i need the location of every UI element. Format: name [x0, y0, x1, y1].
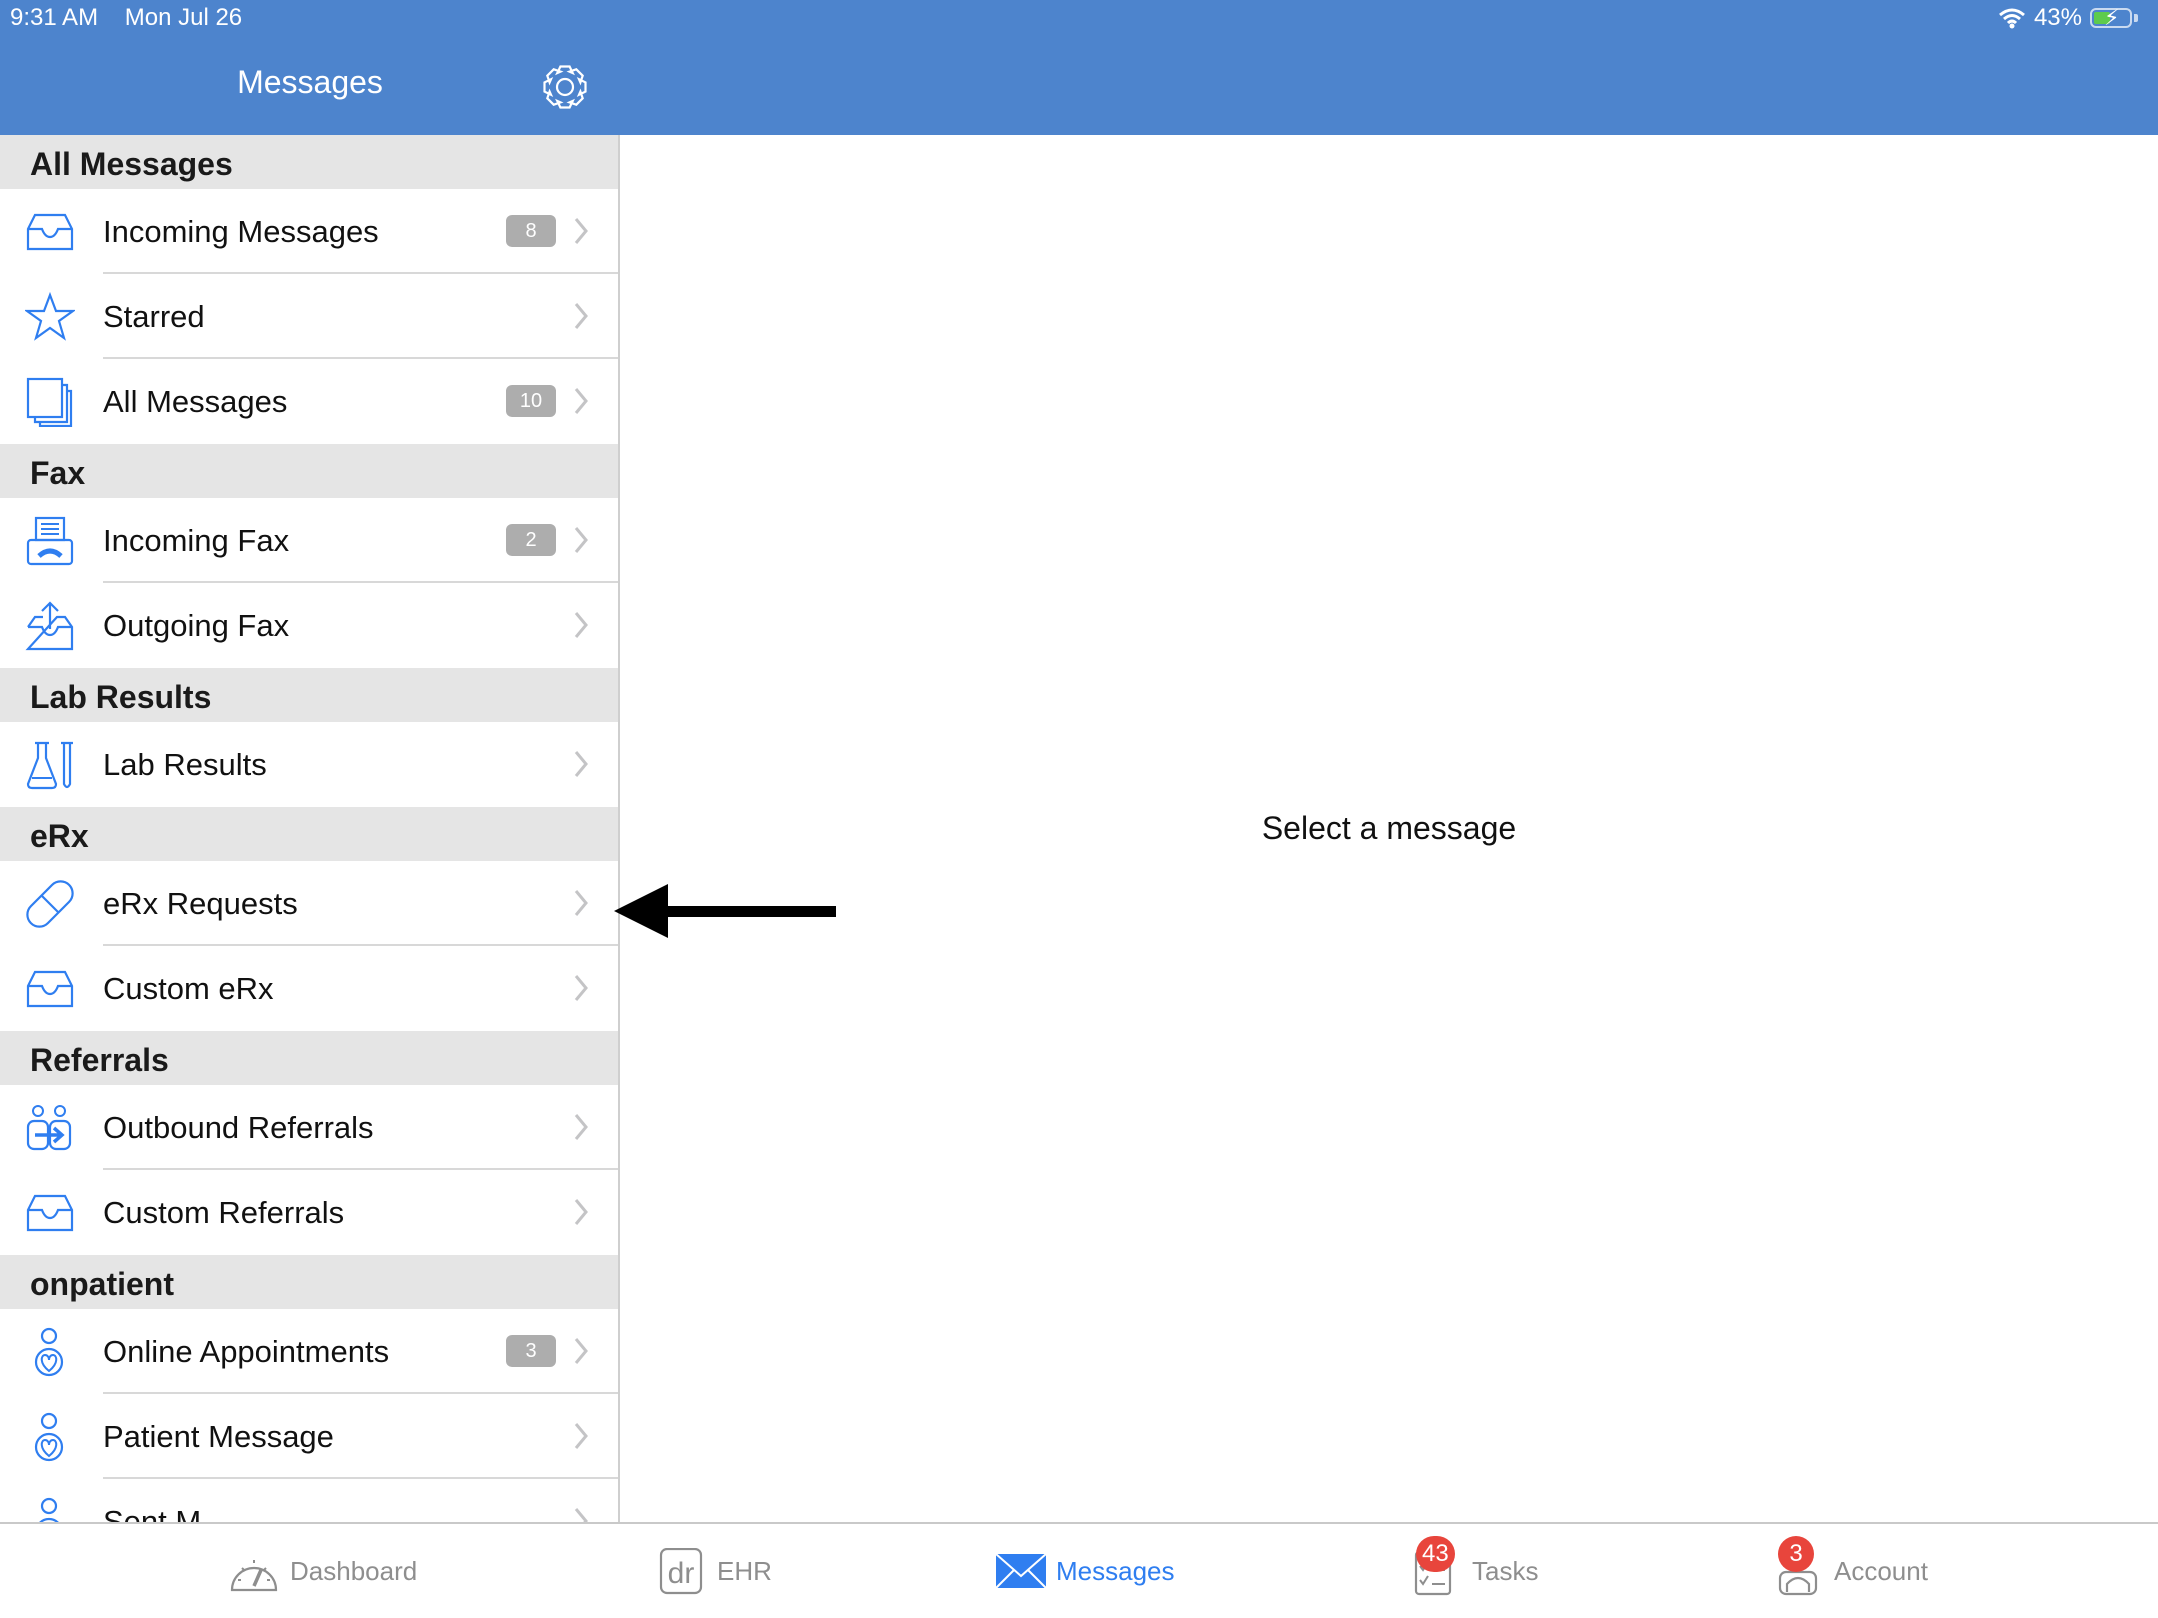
status-date: Mon Jul 26 [124, 4, 243, 31]
sidebar-item-starred[interactable]: Starred [0, 274, 618, 359]
tab-dashboard[interactable]: Dashboard [228, 1524, 417, 1618]
sidebar-item-label: Sent M [103, 1504, 202, 1522]
annotation-arrow-left-icon [614, 884, 836, 938]
dr-logo-icon: dr [655, 1547, 707, 1595]
people-arrow-icon [26, 1105, 72, 1151]
tab-badge: 43 [1416, 1536, 1455, 1572]
wifi-icon [1998, 8, 2025, 29]
fax-machine-icon [26, 516, 74, 566]
sidebar-item-label: Patient Message [103, 1419, 334, 1454]
tab-label: Messages [1056, 1555, 1175, 1586]
tab-messages[interactable]: Messages [994, 1524, 1175, 1618]
section-header: Fax [0, 444, 618, 498]
checklist-icon: 43 [1410, 1536, 1462, 1596]
sidebar-item-label: Incoming Fax [103, 523, 290, 558]
stacked-documents-icon [26, 377, 73, 427]
tab-label: Tasks [1472, 1555, 1539, 1586]
messages-sidebar: All Messages Incoming Messages 8 Starred All… [0, 135, 620, 1522]
section-header: Lab Results [0, 668, 618, 722]
tab-ehr[interactable]: dr EHR [655, 1524, 772, 1618]
onpatient-person-heart-icon [34, 1327, 64, 1377]
tab-label: Account [1834, 1555, 1928, 1586]
battery-nub [2134, 14, 2138, 22]
chevron-right-icon [574, 751, 588, 777]
sidebar-item-custom-referrals[interactable]: Custom Referrals [0, 1170, 618, 1255]
sidebar-item-label: Lab Results [103, 747, 267, 782]
chevron-right-icon [574, 612, 588, 638]
tab-badge: 3 [1778, 1536, 1814, 1572]
chevron-right-icon [574, 303, 588, 329]
sidebar-item-label: Starred [103, 299, 205, 334]
onpatient-person-heart-icon [34, 1412, 64, 1462]
chevron-right-icon [574, 527, 588, 553]
sidebar-item-sent-m[interactable]: Sent M [0, 1479, 618, 1522]
page-title: Messages [237, 64, 383, 100]
chevron-right-icon [574, 1114, 588, 1140]
sidebar-item-label: Custom Referrals [103, 1195, 345, 1230]
speedometer-icon [228, 1548, 280, 1594]
chevron-right-icon [574, 1199, 588, 1225]
section-header: eRx [0, 807, 618, 861]
status-time: 9:31 AM [10, 4, 99, 31]
sidebar-item-custom-erx[interactable]: Custom eRx [0, 946, 618, 1031]
outbox-upload-icon [25, 601, 74, 651]
sidebar-item-label: Outgoing Fax [103, 608, 290, 643]
inbox-tray-icon [26, 970, 74, 1008]
count-badge: 2 [506, 524, 556, 556]
navigation-bar: 9:31 AM Mon Jul 26 43% ⚡ Messages [0, 0, 2158, 135]
status-bar-left: 9:31 AM Mon Jul 26 [10, 4, 262, 32]
sidebar-item-outgoing-fax[interactable]: Outgoing Fax [0, 583, 618, 668]
chevron-right-icon [574, 975, 588, 1001]
battery-icon: ⚡ [2090, 6, 2132, 30]
sidebar-item-erx-requests[interactable]: eRx Requests [0, 861, 618, 946]
tab-label: Dashboard [290, 1555, 418, 1586]
star-icon [25, 292, 75, 341]
svg-text:dr: dr [668, 1557, 695, 1590]
battery-percent: 43% [2033, 4, 2082, 31]
chevron-right-icon [574, 1338, 588, 1364]
pill-icon [26, 880, 74, 928]
section-header: onpatient [0, 1255, 618, 1309]
count-badge: 3 [506, 1335, 556, 1367]
sidebar-item-incoming-fax[interactable]: Incoming Fax 2 [0, 498, 618, 583]
section-header: All Messages [0, 135, 618, 189]
sidebar-item-label: Incoming Messages [103, 214, 379, 249]
sidebar-item-label: All Messages [103, 384, 288, 419]
tab-bar: Dashboard dr EHR Messages 43 Tasks 3 Account [0, 1522, 2158, 1616]
person-headset-icon: 3 [1772, 1536, 1824, 1596]
inbox-tray-icon [26, 213, 74, 251]
tab-account[interactable]: 3 Account [1772, 1524, 1928, 1618]
status-bar-right: 43% ⚡ [1998, 4, 2138, 32]
onpatient-person-heart-icon [39, 1497, 59, 1522]
inbox-tray-icon [26, 1194, 74, 1232]
sidebar-item-label: Custom eRx [103, 971, 274, 1006]
chevron-right-icon [574, 218, 588, 244]
sidebar-item-label: Outbound Referrals [103, 1110, 374, 1145]
count-badge: 10 [506, 385, 556, 417]
sidebar-item-online-appointments[interactable]: Online Appointments 3 [0, 1309, 618, 1394]
sidebar-item-label: eRx Requests [103, 886, 298, 921]
envelope-icon [994, 1548, 1047, 1594]
chevron-right-icon [574, 1508, 588, 1522]
sidebar-item-patient-message[interactable]: Patient Message [0, 1394, 618, 1479]
sidebar-item-label: Online Appointments [103, 1334, 390, 1369]
chevron-right-icon [574, 890, 588, 916]
gear-icon[interactable] [540, 62, 590, 112]
flask-test-tube-icon [26, 741, 73, 790]
section-header: Referrals [0, 1031, 618, 1085]
count-badge: 8 [506, 215, 556, 247]
empty-detail-placeholder: Select a message [1261, 810, 1517, 846]
sidebar-item-outbound-referrals[interactable]: Outbound Referrals [0, 1085, 618, 1170]
sidebar-item-all-messages[interactable]: All Messages 10 [0, 359, 618, 444]
sidebar-item-incoming-messages[interactable]: Incoming Messages 8 [0, 189, 618, 274]
sidebar-item-lab-results[interactable]: Lab Results [0, 722, 618, 807]
tab-label: EHR [717, 1555, 772, 1586]
tab-tasks[interactable]: 43 Tasks [1410, 1524, 1538, 1618]
chevron-right-icon [574, 388, 588, 414]
chevron-right-icon [574, 1423, 588, 1449]
